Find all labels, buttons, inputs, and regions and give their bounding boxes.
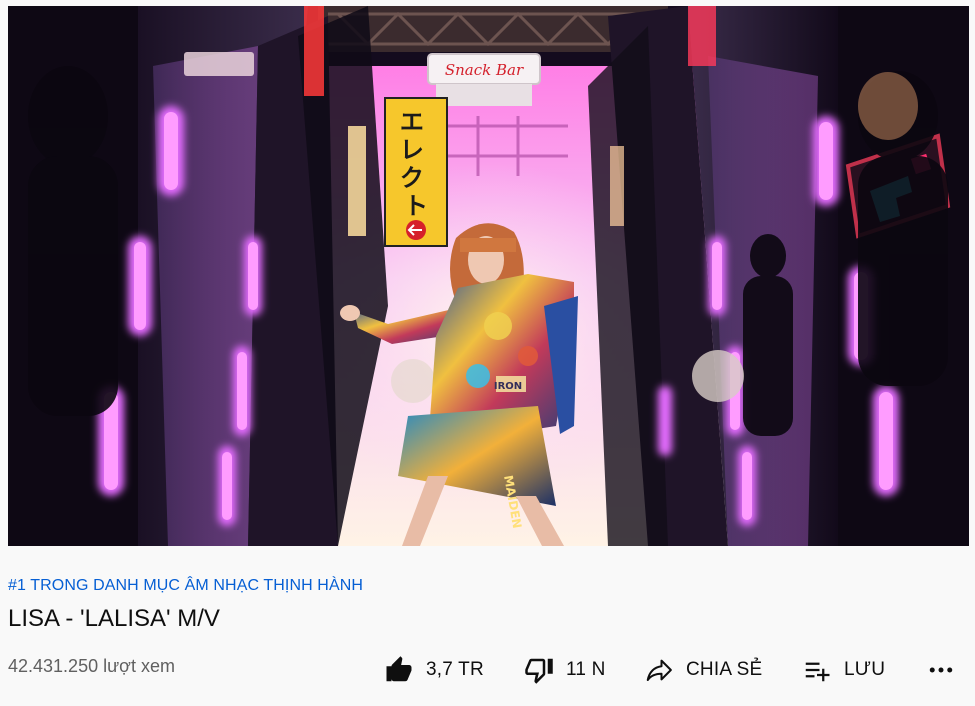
share-icon — [644, 655, 674, 685]
playlist-add-icon — [802, 655, 832, 685]
video-frame[interactable]: Snack Bar エ レ ク ト IRON MAIDEN — [8, 6, 969, 546]
save-button[interactable]: LƯU — [802, 652, 885, 688]
svg-text:IRON: IRON — [494, 381, 522, 392]
watch-page: Snack Bar エ レ ク ト IRON MAIDEN #1 TRONG D… — [0, 0, 975, 706]
share-label: CHIA SẺ — [686, 659, 763, 680]
electro-sign: エ レ ク ト — [384, 97, 448, 247]
action-bar: 3,7 TR 11 N CHIA SẺ LƯU — [378, 652, 968, 688]
save-label: LƯU — [844, 659, 886, 680]
svg-text:Snack Bar: Snack Bar — [445, 61, 524, 79]
dislike-count: 11 N — [566, 659, 606, 680]
thumb-up-icon — [384, 655, 414, 685]
like-button[interactable]: 3,7 TR — [384, 652, 484, 688]
video-title: LISA - 'LALISA' M/V — [8, 605, 220, 632]
trending-tag-link[interactable]: #1 TRONG DANH MỤC ÂM NHẠC THỊNH HÀNH — [8, 577, 363, 595]
thumb-down-icon — [524, 655, 554, 685]
like-count: 3,7 TR — [426, 659, 484, 680]
share-button[interactable]: CHIA SẺ — [644, 652, 762, 688]
view-count: 42.431.250 lượt xem — [8, 656, 175, 676]
dislike-button[interactable]: 11 N — [524, 652, 606, 688]
svg-text:エ レ ク: エ レ ク ト — [400, 108, 432, 220]
more-icon — [926, 655, 956, 685]
video-player[interactable]: Snack Bar エ レ ク ト IRON MAIDEN — [8, 6, 969, 546]
more-actions-button[interactable] — [926, 652, 956, 688]
